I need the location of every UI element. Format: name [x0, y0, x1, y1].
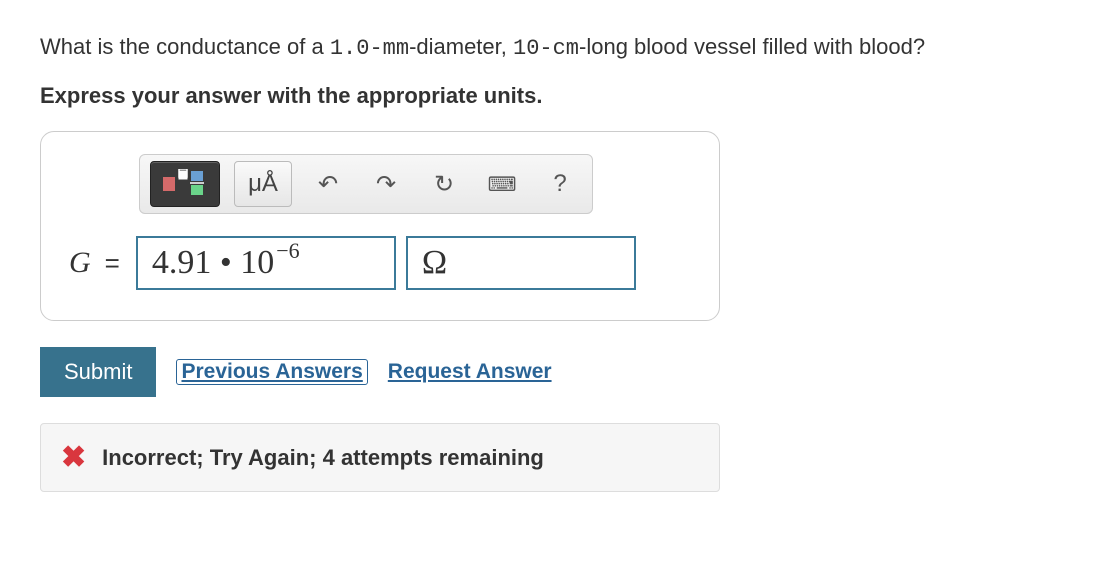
question-text: What is the conductance of a 1.0-mm-diam…	[40, 30, 1054, 65]
feedback-text: Incorrect; Try Again; 4 attempts remaini…	[102, 445, 544, 471]
redo-icon: ↷	[376, 170, 396, 199]
reset-icon: ↻	[434, 170, 454, 199]
question-mid1: -diameter,	[409, 34, 513, 59]
help-button[interactable]: ?	[538, 164, 582, 204]
submit-button[interactable]: Submit	[40, 347, 156, 397]
variable-label: G	[69, 246, 91, 280]
request-answer-label: Request Answer	[388, 360, 552, 383]
undo-button[interactable]: ↶	[306, 164, 350, 204]
keyboard-icon: ⌨	[488, 172, 517, 197]
unit-value: Ω	[422, 244, 447, 282]
value-mantissa: 4.91 • 10	[152, 244, 274, 282]
value-input[interactable]: 4.91 • 10−6	[136, 236, 396, 290]
keyboard-button[interactable]: ⌨	[480, 164, 524, 204]
previous-answers-link[interactable]: Previous Answers	[176, 359, 367, 385]
reset-button[interactable]: ↻	[422, 164, 466, 204]
action-row: Submit Previous Answers Request Answer	[40, 347, 1054, 397]
dimension-1: 1.0-mm	[330, 36, 409, 61]
question-suffix: -long blood vessel filled with blood?	[579, 34, 925, 59]
answer-row: G = 4.91 • 10−6 Ω	[69, 236, 691, 290]
answer-area: μÅ ↶ ↷ ↻ ⌨ ? G = 4.91 • 10−6 Ω	[40, 131, 720, 321]
undo-icon: ↶	[318, 170, 338, 199]
templates-button[interactable]	[150, 161, 220, 207]
units-button[interactable]: μÅ	[234, 161, 292, 207]
unit-input[interactable]: Ω	[406, 236, 636, 290]
value-exponent: −6	[276, 238, 299, 264]
dimension-2: 10-cm	[513, 36, 579, 61]
submit-label: Submit	[64, 359, 132, 384]
redo-button[interactable]: ↷	[364, 164, 408, 204]
question-prefix: What is the conductance of a	[40, 34, 330, 59]
units-button-label: μÅ	[248, 170, 278, 198]
instruction-text: Express your answer with the appropriate…	[40, 83, 1054, 109]
equals-sign: =	[105, 248, 120, 279]
previous-answers-label: Previous Answers	[181, 360, 362, 383]
equation-toolbar: μÅ ↶ ↷ ↻ ⌨ ?	[139, 154, 593, 214]
feedback-box: ✖ Incorrect; Try Again; 4 attempts remai…	[40, 423, 720, 492]
help-icon: ?	[553, 170, 566, 198]
request-answer-link[interactable]: Request Answer	[388, 360, 552, 384]
incorrect-icon: ✖	[61, 440, 86, 475]
